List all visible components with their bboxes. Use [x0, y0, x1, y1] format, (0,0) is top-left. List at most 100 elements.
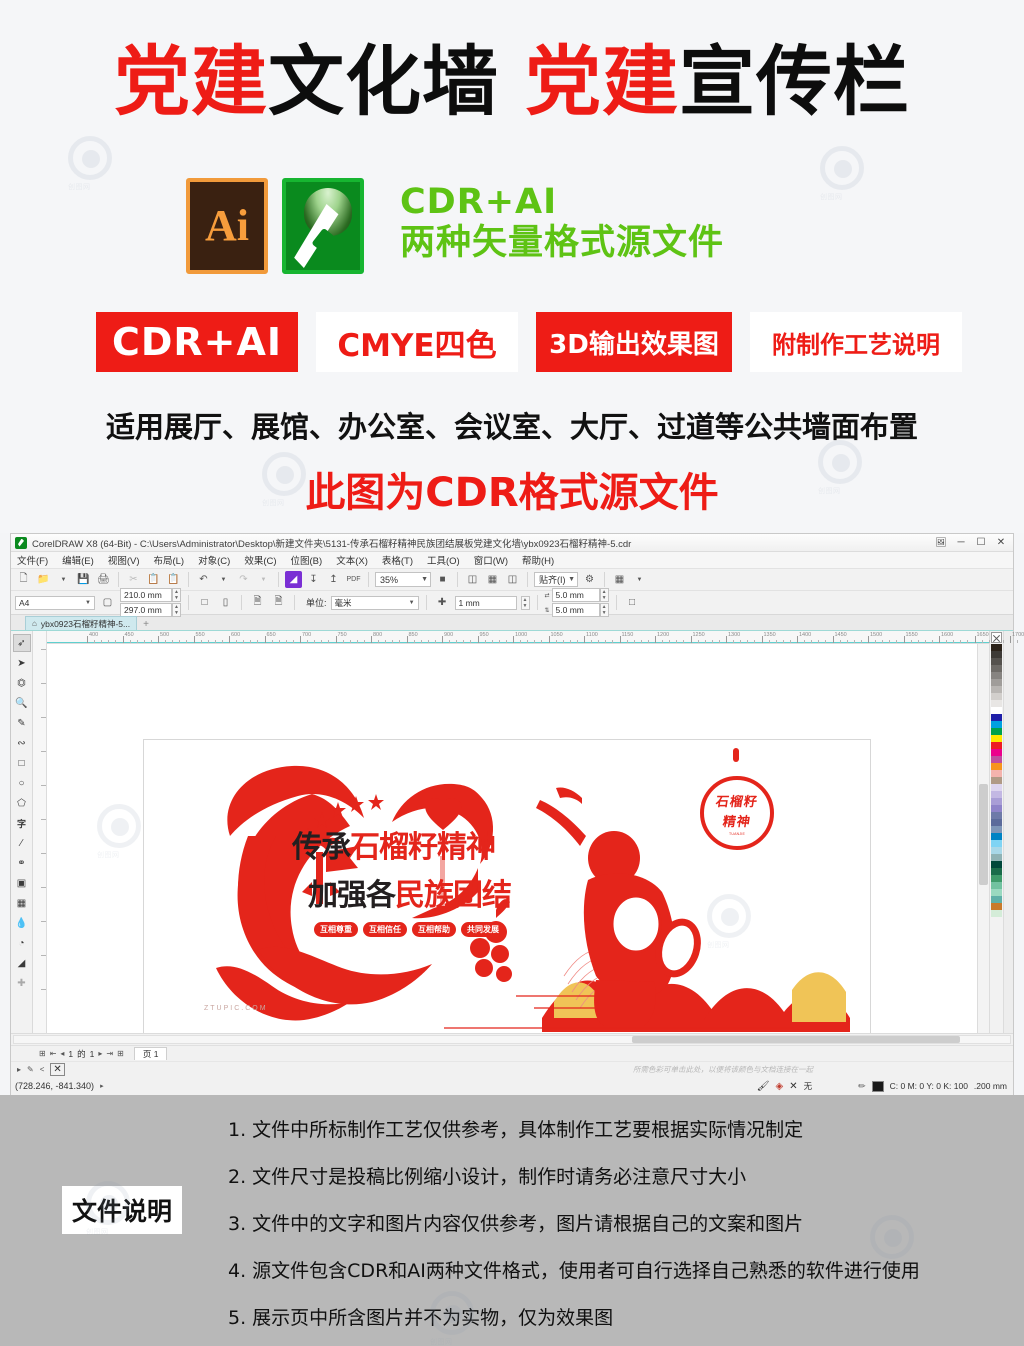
- drawing-canvas[interactable]: 石榴籽 精神 TUANJIE 传承石榴籽精神 加强各民族团结 互相尊重 互相信任…: [47, 644, 977, 1033]
- artistic-media-tool-icon[interactable]: ∾: [13, 734, 31, 752]
- add-page-before-icon[interactable]: ⊞: [39, 1049, 46, 1058]
- page-width-stepper[interactable]: ▲ ▼: [172, 588, 181, 602]
- outline-color-swatch[interactable]: [871, 1080, 884, 1092]
- ellipse-tool-icon[interactable]: ○: [13, 774, 31, 792]
- show-rulers-icon[interactable]: ◫: [464, 571, 481, 588]
- options-gear-icon[interactable]: ⚙: [581, 571, 598, 588]
- color-swatch[interactable]: [991, 784, 1002, 791]
- units-select[interactable]: 毫米 ▼: [330, 595, 419, 610]
- text-tool-icon[interactable]: 字: [13, 814, 31, 832]
- landscape-orientation-icon[interactable]: ▯: [217, 594, 234, 611]
- color-swatch[interactable]: [991, 721, 1002, 728]
- duplicate-x-input[interactable]: 5.0 mm: [551, 588, 600, 602]
- new-document-icon[interactable]: 🗋: [15, 571, 32, 588]
- color-swatch[interactable]: [991, 679, 1002, 686]
- smart-fill-tool-icon[interactable]: ◢: [13, 954, 31, 972]
- menu-item-table[interactable]: 表格(T): [382, 553, 413, 567]
- color-swatch[interactable]: [991, 812, 1002, 819]
- color-swatch[interactable]: [991, 644, 1002, 651]
- color-swatch[interactable]: [991, 819, 1002, 826]
- page-height-input[interactable]: 297.0 mm: [120, 603, 172, 617]
- chevron-down-icon[interactable]: ▼: [631, 571, 648, 588]
- page-tab[interactable]: 页 1: [133, 1047, 168, 1060]
- last-page-icon[interactable]: ⇥: [106, 1049, 113, 1058]
- vertical-scrollbar[interactable]: [977, 644, 989, 1033]
- chevron-down-icon[interactable]: ▼: [55, 571, 72, 588]
- import-icon[interactable]: ◢: [285, 571, 302, 588]
- menu-item-layout[interactable]: 布局(L): [153, 553, 184, 567]
- vertical-scrollbar-thumb[interactable]: [979, 784, 988, 886]
- menu-item-bitmaps[interactable]: 位图(B): [291, 553, 323, 567]
- full-screen-preview-icon[interactable]: ■: [434, 571, 451, 588]
- close-icon[interactable]: ✕: [991, 535, 1011, 551]
- fill-swatch-icon[interactable]: ◈: [775, 1081, 783, 1092]
- color-swatch[interactable]: [991, 749, 1002, 756]
- duplicate-x-stepper[interactable]: ▲ ▼: [599, 588, 609, 602]
- menu-item-edit[interactable]: 编辑(E): [62, 553, 94, 567]
- color-swatch[interactable]: [991, 889, 1002, 896]
- export-icon[interactable]: ↧: [305, 571, 322, 588]
- rectangle-tool-icon[interactable]: □: [13, 754, 31, 772]
- menu-item-text[interactable]: 文本(X): [336, 553, 368, 567]
- color-swatch[interactable]: [991, 700, 1002, 707]
- horizontal-scrollbar-thumb[interactable]: [631, 1036, 961, 1043]
- duplicate-y-input[interactable]: 5.0 mm: [551, 603, 600, 617]
- crop-tool-icon[interactable]: ⏣: [13, 674, 31, 692]
- parallel-dimension-tool-icon[interactable]: ∕: [13, 834, 31, 852]
- color-swatch[interactable]: [991, 770, 1002, 777]
- document-tab[interactable]: ⌂ ybx0923石榴籽精神-5...: [25, 616, 138, 630]
- nudge-stepper[interactable]: ▲ ▼: [520, 595, 530, 610]
- freehand-tool-icon[interactable]: ✎: [13, 714, 31, 732]
- color-eyedropper-tool-icon[interactable]: 💧: [13, 914, 31, 932]
- vertical-ruler[interactable]: [33, 631, 47, 1033]
- save-icon[interactable]: 💾: [75, 571, 92, 588]
- color-swatch[interactable]: [991, 854, 1002, 861]
- horizontal-ruler[interactable]: 400 450 500 550 600 650 700 750 800 850 900 950 1000…: [47, 631, 1024, 644]
- current-page-icon[interactable]: 🗎: [270, 594, 287, 611]
- color-swatch[interactable]: [991, 868, 1002, 875]
- straight-line-connector-tool-icon[interactable]: ⚭: [13, 854, 31, 872]
- zoom-tool-icon[interactable]: 🔍: [13, 694, 31, 712]
- color-swatch[interactable]: [991, 826, 1002, 833]
- edit-scale-icon[interactable]: □: [624, 594, 641, 611]
- color-swatch[interactable]: [991, 875, 1002, 882]
- color-swatch[interactable]: [991, 693, 1002, 700]
- nudge-distance-input[interactable]: 1 mm: [454, 595, 517, 610]
- menu-item-window[interactable]: 窗口(W): [474, 553, 508, 567]
- color-swatch[interactable]: [991, 728, 1002, 735]
- color-swatch[interactable]: [991, 791, 1002, 798]
- page-width-input[interactable]: 210.0 mm: [120, 588, 172, 602]
- color-palette[interactable]: [989, 631, 1003, 1033]
- zoom-level-select[interactable]: 35% ▼: [375, 572, 431, 587]
- undo-icon[interactable]: ↶: [195, 571, 212, 588]
- show-guidelines-icon[interactable]: ◫: [504, 571, 521, 588]
- duplicate-y-stepper[interactable]: ▲ ▼: [599, 603, 609, 617]
- publish-pdf-icon[interactable]: PDF: [345, 571, 362, 588]
- current-page-number[interactable]: 1: [68, 1049, 73, 1059]
- export-to-icon[interactable]: ↥: [325, 571, 342, 588]
- color-swatch[interactable]: [991, 840, 1002, 847]
- no-color-swatch[interactable]: [991, 632, 1002, 643]
- transparency-tool-icon[interactable]: ▦: [13, 894, 31, 912]
- open-document-icon[interactable]: 📁: [35, 571, 52, 588]
- color-swatch[interactable]: [991, 707, 1002, 714]
- color-swatch[interactable]: [991, 833, 1002, 840]
- color-swatch[interactable]: [991, 714, 1002, 721]
- color-swatch[interactable]: [991, 882, 1002, 889]
- color-swatch[interactable]: [991, 686, 1002, 693]
- next-page-icon[interactable]: ▸: [98, 1049, 102, 1058]
- color-swatch[interactable]: [991, 847, 1002, 854]
- add-page-after-icon[interactable]: ⊞: [117, 1049, 124, 1058]
- all-pages-icon[interactable]: 🗎: [249, 594, 266, 611]
- menu-item-view[interactable]: 视图(V): [108, 553, 140, 567]
- previous-page-icon[interactable]: ◂: [60, 1049, 64, 1058]
- add-tab-icon[interactable]: +: [143, 619, 149, 630]
- pick-tool-icon[interactable]: ➶: [12, 634, 31, 652]
- color-swatch[interactable]: [991, 896, 1002, 903]
- docker-strip[interactable]: [1003, 631, 1013, 1033]
- color-swatch[interactable]: [991, 777, 1002, 784]
- color-swatch[interactable]: [991, 658, 1002, 665]
- chevron-right-icon[interactable]: ▸: [100, 1082, 104, 1090]
- menu-item-tools[interactable]: 工具(O): [427, 553, 460, 567]
- snap-to-select[interactable]: 贴齐(I) ▼: [534, 572, 578, 587]
